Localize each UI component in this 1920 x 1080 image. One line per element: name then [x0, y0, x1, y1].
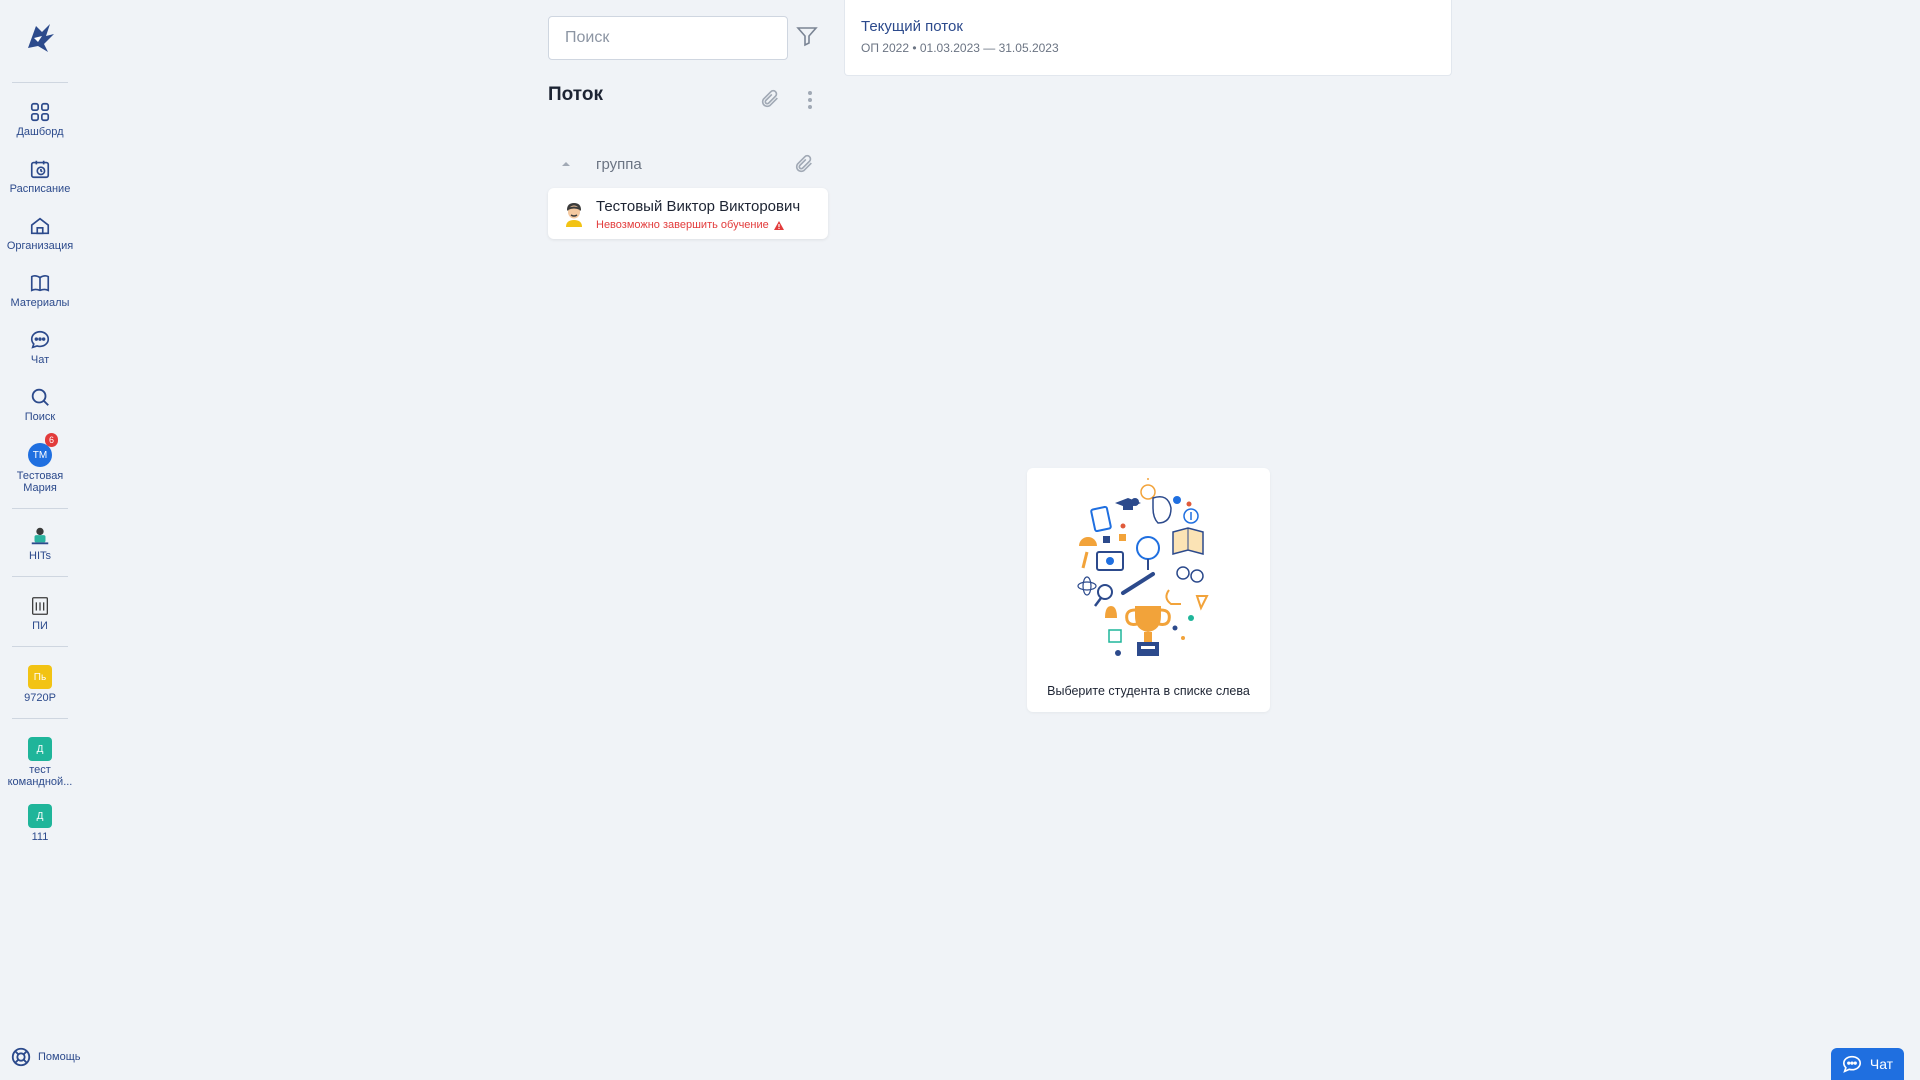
student-avatar-icon — [566, 203, 582, 227]
paperclip-icon — [761, 89, 778, 108]
stream-title[interactable]: Текущий поток — [861, 18, 963, 35]
sidebar: Дашборд Расписание Организация Материалы… — [0, 0, 81, 1080]
sidebar-item-label: Поиск — [24, 411, 56, 423]
avatar-initials: TM — [32, 449, 48, 461]
sidebar-item-label: ПИ — [32, 620, 48, 632]
notification-badge: 6 — [45, 433, 58, 447]
materials-icon — [30, 275, 50, 292]
schedule-icon — [30, 160, 50, 179]
student-status-text: Невозможно завершить обучение — [596, 219, 769, 231]
more-options-button[interactable] — [800, 88, 820, 112]
chat-button-label: Чат — [1869, 1056, 1894, 1072]
sidebar-item-pi[interactable]: ПИ — [0, 595, 80, 632]
sidebar-item-label-line1: тест — [29, 764, 51, 776]
sidebar-divider — [12, 646, 68, 647]
workspace-avatar: Д — [28, 737, 52, 761]
chat-bubble-icon — [1842, 1055, 1861, 1073]
education-illustration-icon — [1077, 478, 1209, 656]
current-stream-card: Текущий поток ОП 2022 • 01.03.2023 — 31.… — [844, 0, 1452, 76]
logo-icon[interactable] — [20, 18, 60, 58]
filter-icon — [796, 27, 818, 47]
stream-meta: ОП 2022 • 01.03.2023 — 31.05.2023 — [861, 41, 1059, 55]
profile-name-line2: Мария — [23, 482, 57, 494]
sidebar-item-label-line2: командной... — [7, 776, 73, 788]
sidebar-item-schedule[interactable]: Расписание — [0, 158, 80, 195]
sidebar-item-label: Расписание — [9, 183, 71, 195]
hits-logo-icon — [31, 527, 49, 545]
sidebar-item-label: Материалы — [10, 297, 70, 309]
sidebar-item-chat[interactable]: Чат — [0, 329, 80, 366]
sidebar-divider — [12, 82, 68, 83]
sidebar-item-label: 9720P — [24, 692, 56, 704]
attach-button[interactable] — [759, 88, 781, 110]
empty-state-card: Выберите студента в списке слева — [1027, 468, 1270, 712]
chat-icon — [30, 330, 50, 349]
sidebar-item-dashboard[interactable]: Дашборд — [0, 101, 80, 138]
sidebar-item-test-team[interactable]: Д тест командной... — [0, 737, 80, 788]
sidebar-item-organization[interactable]: Организация — [0, 215, 80, 252]
sidebar-item-label: HITs — [29, 550, 51, 562]
sidebar-item-hits[interactable]: HITs — [0, 525, 80, 562]
sidebar-item-materials[interactable]: Материалы — [0, 272, 80, 309]
warning-icon — [773, 220, 784, 230]
sidebar-divider — [12, 718, 68, 719]
more-vertical-icon — [808, 91, 812, 109]
group-attach-button[interactable] — [793, 153, 815, 175]
search-container — [548, 16, 788, 60]
sidebar-item-111[interactable]: Д 111 — [0, 804, 80, 843]
sidebar-item-9720p[interactable]: Пь 9720P — [0, 665, 80, 704]
panel-title: Поток — [548, 84, 603, 105]
group-row[interactable]: группа — [560, 150, 820, 178]
sidebar-divider — [12, 576, 68, 577]
sidebar-divider — [12, 508, 68, 509]
student-name: Тестовый Виктор Викторович — [596, 198, 801, 215]
caret-up-icon[interactable] — [560, 158, 572, 170]
profile-name-line1: Тестовая — [16, 470, 64, 482]
help-button[interactable]: Помощь — [10, 1046, 81, 1068]
workspace-avatar: Д — [28, 804, 52, 828]
organization-icon — [30, 217, 50, 235]
search-icon — [31, 388, 49, 406]
filter-button[interactable] — [795, 24, 819, 48]
empty-state-text: Выберите студента в списке слева — [1047, 684, 1250, 698]
help-label: Помощь — [38, 1051, 81, 1063]
sidebar-item-label: Дашборд — [16, 126, 64, 138]
student-status: Невозможно завершить обучение — [596, 219, 784, 231]
sidebar-item-label: Чат — [30, 354, 50, 366]
sidebar-item-search[interactable]: Поиск — [0, 386, 80, 423]
dashboard-icon — [30, 102, 50, 122]
sidebar-item-profile[interactable]: TM 6 Тестовая Мария — [0, 433, 80, 494]
sidebar-item-label: 111 — [31, 831, 49, 843]
student-list-item[interactable]: Тестовый Виктор Викторович Невозможно за… — [548, 188, 828, 239]
lifebuoy-icon — [11, 1047, 31, 1067]
workspace-avatar: Пь — [28, 665, 52, 689]
pi-logo-icon — [32, 597, 48, 615]
group-label: группа — [596, 155, 642, 173]
search-input[interactable] — [548, 16, 788, 60]
sidebar-item-label: Организация — [6, 240, 74, 252]
paperclip-icon — [795, 154, 812, 173]
avatar: TM 6 — [28, 433, 58, 467]
chat-widget-button[interactable]: Чат — [1831, 1048, 1904, 1080]
